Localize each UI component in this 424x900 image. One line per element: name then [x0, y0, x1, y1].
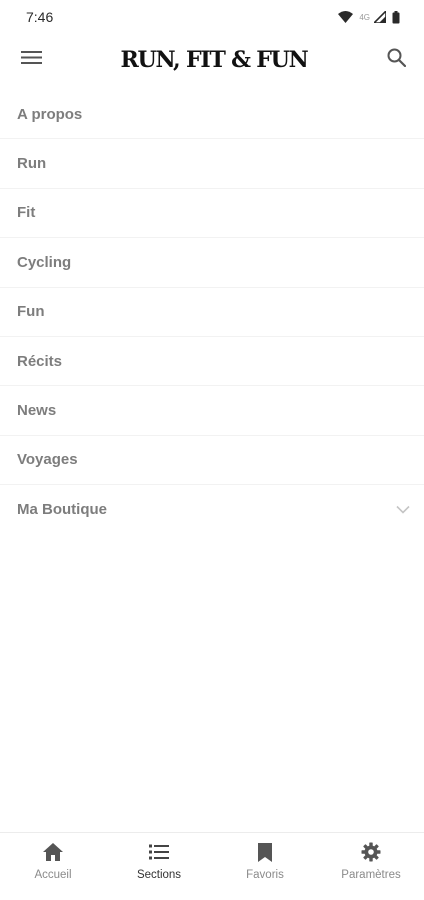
menu-item-label: Ma Boutique [17, 501, 107, 519]
app-bar: RUN, FIT & FUN [0, 34, 424, 86]
sections-menu-list: A propos Run Fit Cycling Fun Récits News… [0, 90, 424, 535]
home-icon [43, 841, 63, 863]
menu-item-ma-boutique[interactable]: Ma Boutique [0, 485, 424, 534]
menu-item-label: Récits [17, 352, 63, 370]
network-label: 4G [359, 12, 370, 22]
status-bar: 7:46 4G [0, 0, 424, 34]
battery-icon [392, 10, 400, 24]
menu-item-recits[interactable]: Récits [0, 337, 424, 387]
menu-item-fun[interactable]: Fun [0, 288, 424, 337]
menu-item-label: Voyages [17, 451, 78, 469]
search-icon [387, 48, 407, 72]
nav-item-favoris[interactable]: Favoris [212, 841, 318, 881]
gear-icon [361, 841, 381, 863]
status-icons: 4G [338, 10, 400, 24]
menu-item-label: Run [17, 155, 47, 173]
menu-item-label: News [17, 402, 57, 420]
menu-item-voyages[interactable]: Voyages [0, 436, 424, 486]
wifi-icon [338, 11, 354, 23]
nav-item-sections[interactable]: Sections [106, 841, 212, 881]
nav-label: Sections [136, 869, 182, 881]
nav-label: Accueil [34, 869, 72, 881]
menu-item-cycling[interactable]: Cycling [0, 238, 424, 288]
menu-button[interactable] [18, 47, 44, 73]
app-logo-title: RUN, FIT & FUN [120, 47, 308, 73]
menu-item-label: A propos [17, 105, 83, 123]
menu-item-news[interactable]: News [0, 386, 424, 436]
status-time: 7:46 [26, 9, 54, 25]
nav-item-accueil[interactable]: Accueil [0, 841, 106, 881]
bottom-navigation: Accueil Sections Favoris Paramètres [0, 832, 424, 900]
menu-item-label: Fit [17, 204, 36, 222]
menu-icon [20, 50, 42, 70]
list-icon [149, 841, 169, 863]
search-button[interactable] [384, 47, 410, 73]
menu-item-label: Cycling [17, 253, 72, 271]
menu-item-a-propos[interactable]: A propos [0, 90, 424, 140]
nav-label: Paramètres [341, 869, 401, 881]
app-screen: 7:46 4G RUN, FIT & FUN A propos Run Fit … [0, 0, 424, 900]
menu-item-fit[interactable]: Fit [0, 189, 424, 239]
nav-item-parametres[interactable]: Paramètres [318, 841, 424, 881]
bookmark-icon [258, 841, 272, 863]
menu-item-label: Fun [17, 303, 45, 321]
chevron-down-icon[interactable] [396, 501, 410, 519]
nav-label: Favoris [246, 869, 284, 881]
menu-item-run[interactable]: Run [0, 139, 424, 189]
signal-icon [374, 11, 386, 23]
